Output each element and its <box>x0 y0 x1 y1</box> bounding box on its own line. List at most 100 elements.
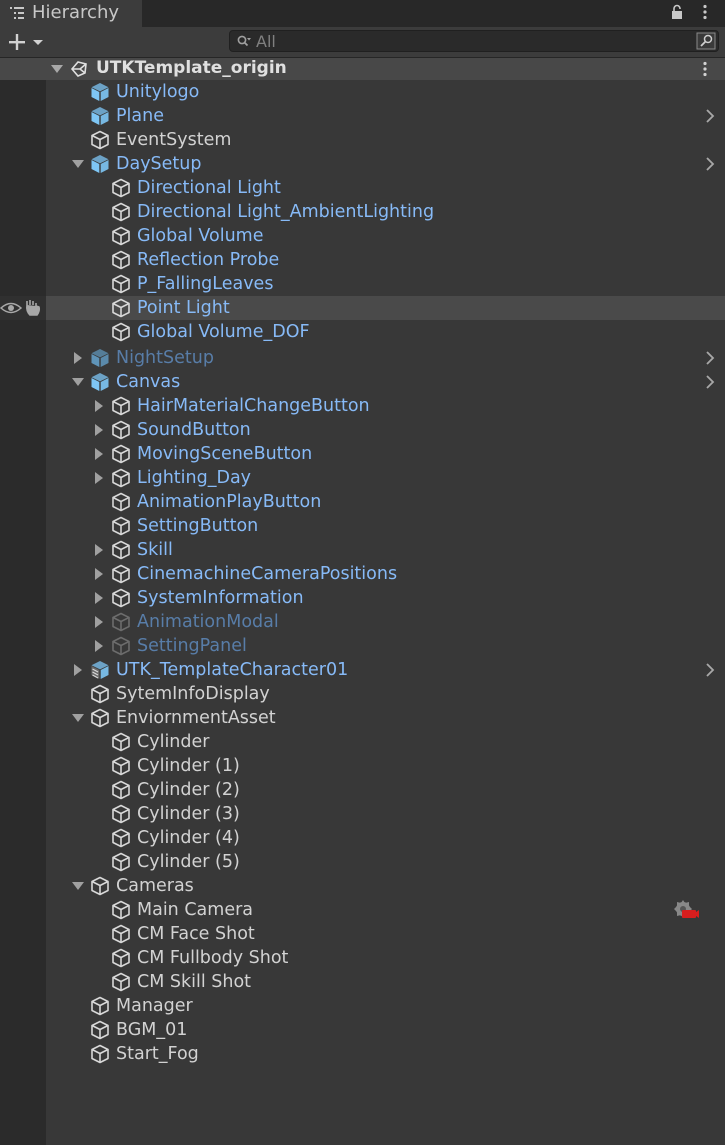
kebab-menu-icon[interactable] <box>702 4 708 20</box>
tree-row[interactable]: Cylinder (5) <box>0 850 725 874</box>
collapse-arrow-icon[interactable] <box>93 640 105 652</box>
tree-row[interactable]: SettingButton <box>0 514 725 538</box>
window-tab-bar: Hierarchy <box>0 0 725 27</box>
scene-header-row[interactable]: UTKTemplate_origin <box>0 58 725 80</box>
tree-row[interactable]: Cylinder (4) <box>0 826 725 850</box>
tree-row[interactable]: Cylinder (3) <box>0 802 725 826</box>
tab-hierarchy[interactable]: Hierarchy <box>0 0 142 27</box>
open-prefab-chevron-icon[interactable] <box>704 663 716 677</box>
camera-warning-icon <box>674 900 699 918</box>
tree-row-label: Skill <box>137 540 173 560</box>
collapse-arrow-icon[interactable] <box>93 592 105 604</box>
tree-row[interactable]: Skill <box>0 538 725 562</box>
tree-row[interactable]: AnimationModal <box>0 610 725 634</box>
tree-row[interactable]: HairMaterialChangeButton <box>0 394 725 418</box>
tree-row[interactable]: Cylinder (2) <box>0 778 725 802</box>
tree-row-label: Global Volume <box>137 226 264 246</box>
tree-row[interactable]: Manager <box>0 994 725 1018</box>
expand-arrow-icon[interactable] <box>72 712 84 724</box>
tree-row[interactable]: SystemInformation <box>0 586 725 610</box>
tree-row[interactable]: Main Camera <box>0 898 725 922</box>
scene-search-icon[interactable] <box>696 32 716 50</box>
tree-row[interactable]: P_FallingLeaves <box>0 272 725 296</box>
prefab-cube-icon <box>91 107 109 125</box>
search-input[interactable] <box>256 32 686 50</box>
tree-row-label: Reflection Probe <box>137 250 280 270</box>
tree-row-label: SytemInfoDisplay <box>116 684 270 704</box>
expand-arrow-icon[interactable] <box>72 376 84 388</box>
tree-row[interactable]: Unitylogo <box>0 80 725 104</box>
tree-row[interactable]: Lighting_Day <box>0 466 725 490</box>
tree-row-label: Global Volume_DOF <box>137 322 310 342</box>
tree-row-label: AnimationModal <box>137 612 279 632</box>
gameobject-cube-icon <box>112 298 130 318</box>
lock-icon[interactable] <box>670 4 684 20</box>
gameobject-cube-icon <box>91 1020 109 1040</box>
add-object-dropdown-button[interactable] <box>6 31 46 53</box>
tree-row-label: SoundButton <box>137 420 251 440</box>
gameobject-cube-icon <box>112 250 130 270</box>
tree-row-label: P_FallingLeaves <box>137 274 274 294</box>
gameobject-cube-icon <box>112 540 130 560</box>
collapse-arrow-icon[interactable] <box>93 448 105 460</box>
collapse-arrow-icon[interactable] <box>72 352 84 364</box>
tree-row-label: Directional Light_AmbientLighting <box>137 202 435 222</box>
tree-row-label: Point Light <box>137 298 230 318</box>
tree-row[interactable]: UTK_TemplateCharacter01 <box>0 658 725 682</box>
expand-arrow-icon[interactable] <box>51 63 63 75</box>
tree-row[interactable]: Directional Light <box>0 176 725 200</box>
tree-row[interactable]: Cylinder (1) <box>0 754 725 778</box>
search-field[interactable] <box>229 30 719 52</box>
collapse-arrow-icon[interactable] <box>93 424 105 436</box>
tree-row[interactable]: BGM_01 <box>0 1018 725 1042</box>
tree-row[interactable]: EventSystem <box>0 128 725 152</box>
pickable-hand-icon[interactable] <box>24 299 44 317</box>
tree-row[interactable]: MovingSceneButton <box>0 442 725 466</box>
tree-row[interactable]: Global Volume <box>0 224 725 248</box>
open-prefab-chevron-icon[interactable] <box>704 157 716 171</box>
tree-row-label: Directional Light <box>137 178 281 198</box>
collapse-arrow-icon[interactable] <box>93 400 105 412</box>
tree-row[interactable]: Start_Fog <box>0 1042 725 1066</box>
tree-row[interactable]: AnimationPlayButton <box>0 490 725 514</box>
collapse-arrow-icon[interactable] <box>93 616 105 628</box>
tree-row[interactable]: CM Face Shot <box>0 922 725 946</box>
tree-row[interactable]: Cameras <box>0 874 725 898</box>
tree-row[interactable]: Canvas <box>0 370 725 394</box>
tree-row[interactable]: SytemInfoDisplay <box>0 682 725 706</box>
prefab-cube-icon <box>91 373 109 391</box>
open-prefab-chevron-icon[interactable] <box>704 351 716 365</box>
scene-menu-icon[interactable] <box>702 61 708 77</box>
tree-row[interactable]: Reflection Probe <box>0 248 725 272</box>
tree-row[interactable]: SoundButton <box>0 418 725 442</box>
open-prefab-chevron-icon[interactable] <box>704 109 716 123</box>
gameobject-cube-icon <box>112 322 130 342</box>
collapse-arrow-icon[interactable] <box>72 664 84 676</box>
tree-row-label: Cylinder (3) <box>137 804 240 824</box>
tree-row[interactable]: Point Light <box>0 296 725 320</box>
tree-row[interactable]: Directional Light_AmbientLighting <box>0 200 725 224</box>
visibility-eye-icon[interactable] <box>0 299 22 317</box>
scene-name: UTKTemplate_origin <box>96 58 287 78</box>
gameobject-cube-icon <box>112 972 130 992</box>
collapse-arrow-icon[interactable] <box>93 472 105 484</box>
open-prefab-chevron-icon[interactable] <box>704 375 716 389</box>
expand-arrow-icon[interactable] <box>72 880 84 892</box>
tree-row[interactable]: CM Skill Shot <box>0 970 725 994</box>
tree-row[interactable]: DaySetup <box>0 152 725 176</box>
expand-arrow-icon[interactable] <box>72 158 84 170</box>
tree-row-label: Main Camera <box>137 900 254 920</box>
tree-row[interactable]: CinemachineCameraPositions <box>0 562 725 586</box>
collapse-arrow-icon[interactable] <box>93 568 105 580</box>
tree-row[interactable]: Global Volume_DOF <box>0 320 725 344</box>
tree-row-label: MovingSceneButton <box>137 444 313 464</box>
tree-row[interactable]: Cylinder <box>0 730 725 754</box>
tree-row[interactable]: CM Fullbody Shot <box>0 946 725 970</box>
collapse-arrow-icon[interactable] <box>93 544 105 556</box>
tree-row[interactable]: SettingPanel <box>0 634 725 658</box>
tree-row[interactable]: Plane <box>0 104 725 128</box>
tree-row[interactable]: NightSetup <box>0 346 725 370</box>
tree-row[interactable]: EnviornmentAsset <box>0 706 725 730</box>
gameobject-cube-icon <box>112 226 130 246</box>
gameobject-cube-icon <box>112 612 130 632</box>
